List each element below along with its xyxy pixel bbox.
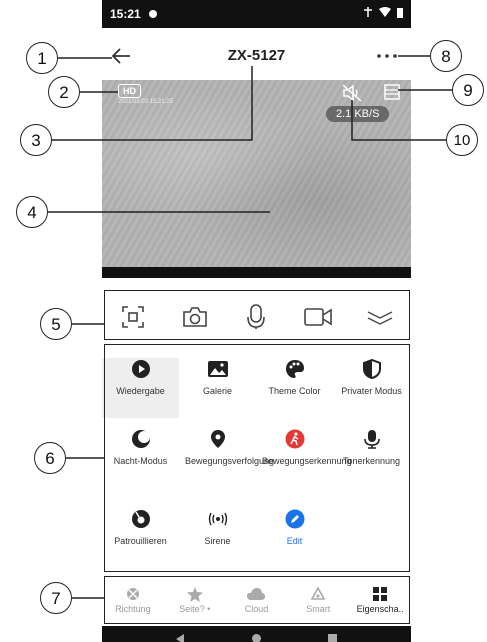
callout-5: 5 (40, 308, 72, 340)
callout-9: 9 (452, 74, 484, 106)
callout-1: 1 (26, 42, 58, 74)
callout-2: 2 (48, 76, 80, 108)
callout-8: 8 (430, 40, 462, 72)
callout-7: 7 (40, 582, 72, 614)
callout-10: 10 (446, 124, 478, 156)
callout-4: 4 (16, 196, 48, 228)
callout-6: 6 (34, 442, 66, 474)
callout-3: 3 (20, 124, 52, 156)
